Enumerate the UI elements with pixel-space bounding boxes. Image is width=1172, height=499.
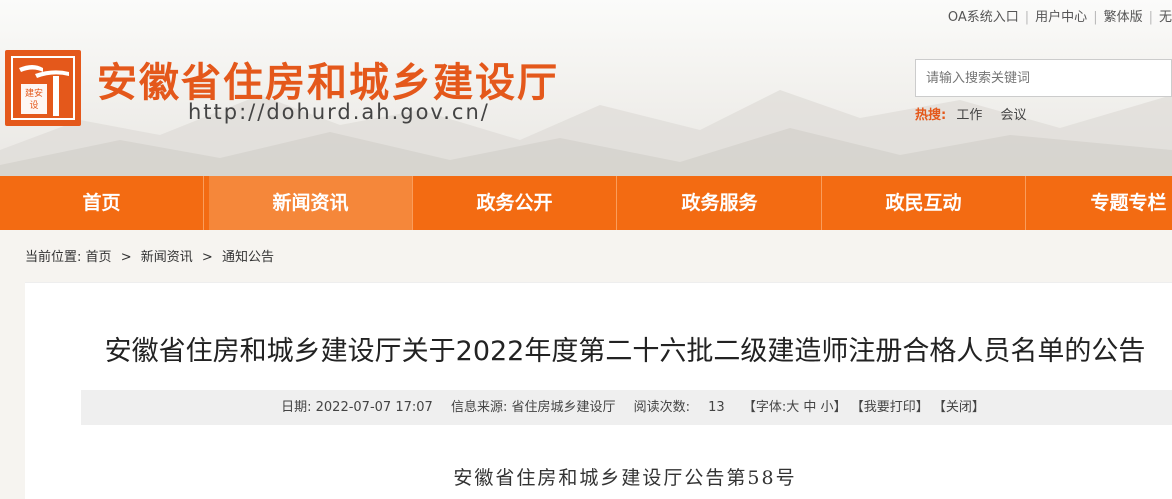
- font-size-close-bracket: 】: [833, 400, 847, 415]
- site-url: http://dohurd.ah.gov.cn/: [188, 100, 490, 124]
- top-links: OA系统入口 | 用户中心 | 繁体版 | 无: [948, 6, 1172, 25]
- article-panel: 安徽省住房和城乡建设厅关于2022年度第二十六批二级建造师注册合格人员名单的公告…: [25, 282, 1172, 499]
- font-size-medium-button[interactable]: 中: [803, 400, 816, 415]
- nav-government-affairs[interactable]: 政务公开: [413, 176, 617, 230]
- publish-date: 2022-07-07 17:07: [315, 400, 433, 415]
- print-button[interactable]: 【我要打印】: [851, 400, 929, 415]
- notice-number: 安徽省住房和城乡建设厅公告第58号: [453, 467, 797, 489]
- site-logo[interactable]: 建安 设: [5, 50, 81, 126]
- article-title: 安徽省住房和城乡建设厅关于2022年度第二十六批二级建造师注册合格人员名单的公告: [104, 336, 1146, 367]
- nav-government-services[interactable]: 政务服务: [618, 176, 822, 230]
- separator: |: [1148, 10, 1153, 25]
- nav-special-topics[interactable]: 专题专栏: [1027, 176, 1172, 230]
- site-header: OA系统入口 | 用户中心 | 繁体版 | 无 建安 设 安徽省住房和城乡建设厅 http:…: [0, 0, 1172, 176]
- logo-frame: 建安 设: [11, 56, 75, 120]
- hot-search-item[interactable]: 工作: [956, 108, 982, 123]
- breadcrumb-news[interactable]: 新闻资讯: [141, 250, 193, 265]
- close-button[interactable]: 【关闭】: [933, 400, 985, 415]
- hot-search-item[interactable]: 会议: [1001, 108, 1027, 123]
- date-label: 日期:: [281, 400, 312, 415]
- breadcrumb-separator: >: [201, 250, 213, 265]
- main-nav: 首页 新闻资讯 政务公开 政务服务 政民互动 专题专栏: [0, 176, 1172, 230]
- font-size-label: 【字体:: [742, 400, 787, 415]
- traditional-chinese-link[interactable]: 繁体版: [1104, 10, 1143, 25]
- font-size-large-button[interactable]: 大: [786, 400, 799, 415]
- oa-entry-link[interactable]: OA系统入口: [948, 10, 1019, 25]
- nav-interaction[interactable]: 政民互动: [822, 176, 1026, 230]
- accessibility-link[interactable]: 无: [1159, 10, 1172, 25]
- breadcrumb: 当前位置: 首页 > 新闻资讯 > 通知公告: [25, 246, 274, 265]
- nav-home[interactable]: 首页: [0, 176, 204, 230]
- svg-text:设: 设: [29, 100, 38, 111]
- nav-news[interactable]: 新闻资讯: [209, 176, 413, 230]
- breadcrumb-label: 当前位置:: [25, 250, 82, 265]
- views-label: 阅读次数:: [633, 400, 691, 415]
- views-count: 13: [708, 400, 725, 415]
- breadcrumb-home[interactable]: 首页: [86, 250, 112, 265]
- source-value: 省住房城乡建设厅: [511, 400, 616, 415]
- search-input[interactable]: [915, 59, 1172, 97]
- font-size-small-button[interactable]: 小: [821, 400, 834, 415]
- breadcrumb-notices[interactable]: 通知公告: [222, 250, 274, 265]
- user-center-link[interactable]: 用户中心: [1035, 10, 1087, 25]
- hot-search: 热搜: 工作 会议: [915, 104, 1035, 123]
- article-meta-bar: 日期: 2022-07-07 17:07 信息来源: 省住房城乡建设厅 阅读次数…: [81, 390, 1172, 425]
- svg-text:建安: 建安: [25, 87, 43, 99]
- hot-search-label: 热搜:: [915, 108, 947, 123]
- separator: |: [1024, 10, 1030, 25]
- breadcrumb-separator: >: [120, 250, 132, 265]
- logo-emblem-icon: 建安 设: [19, 65, 69, 116]
- source-label: 信息来源:: [450, 400, 508, 415]
- separator: |: [1093, 10, 1098, 25]
